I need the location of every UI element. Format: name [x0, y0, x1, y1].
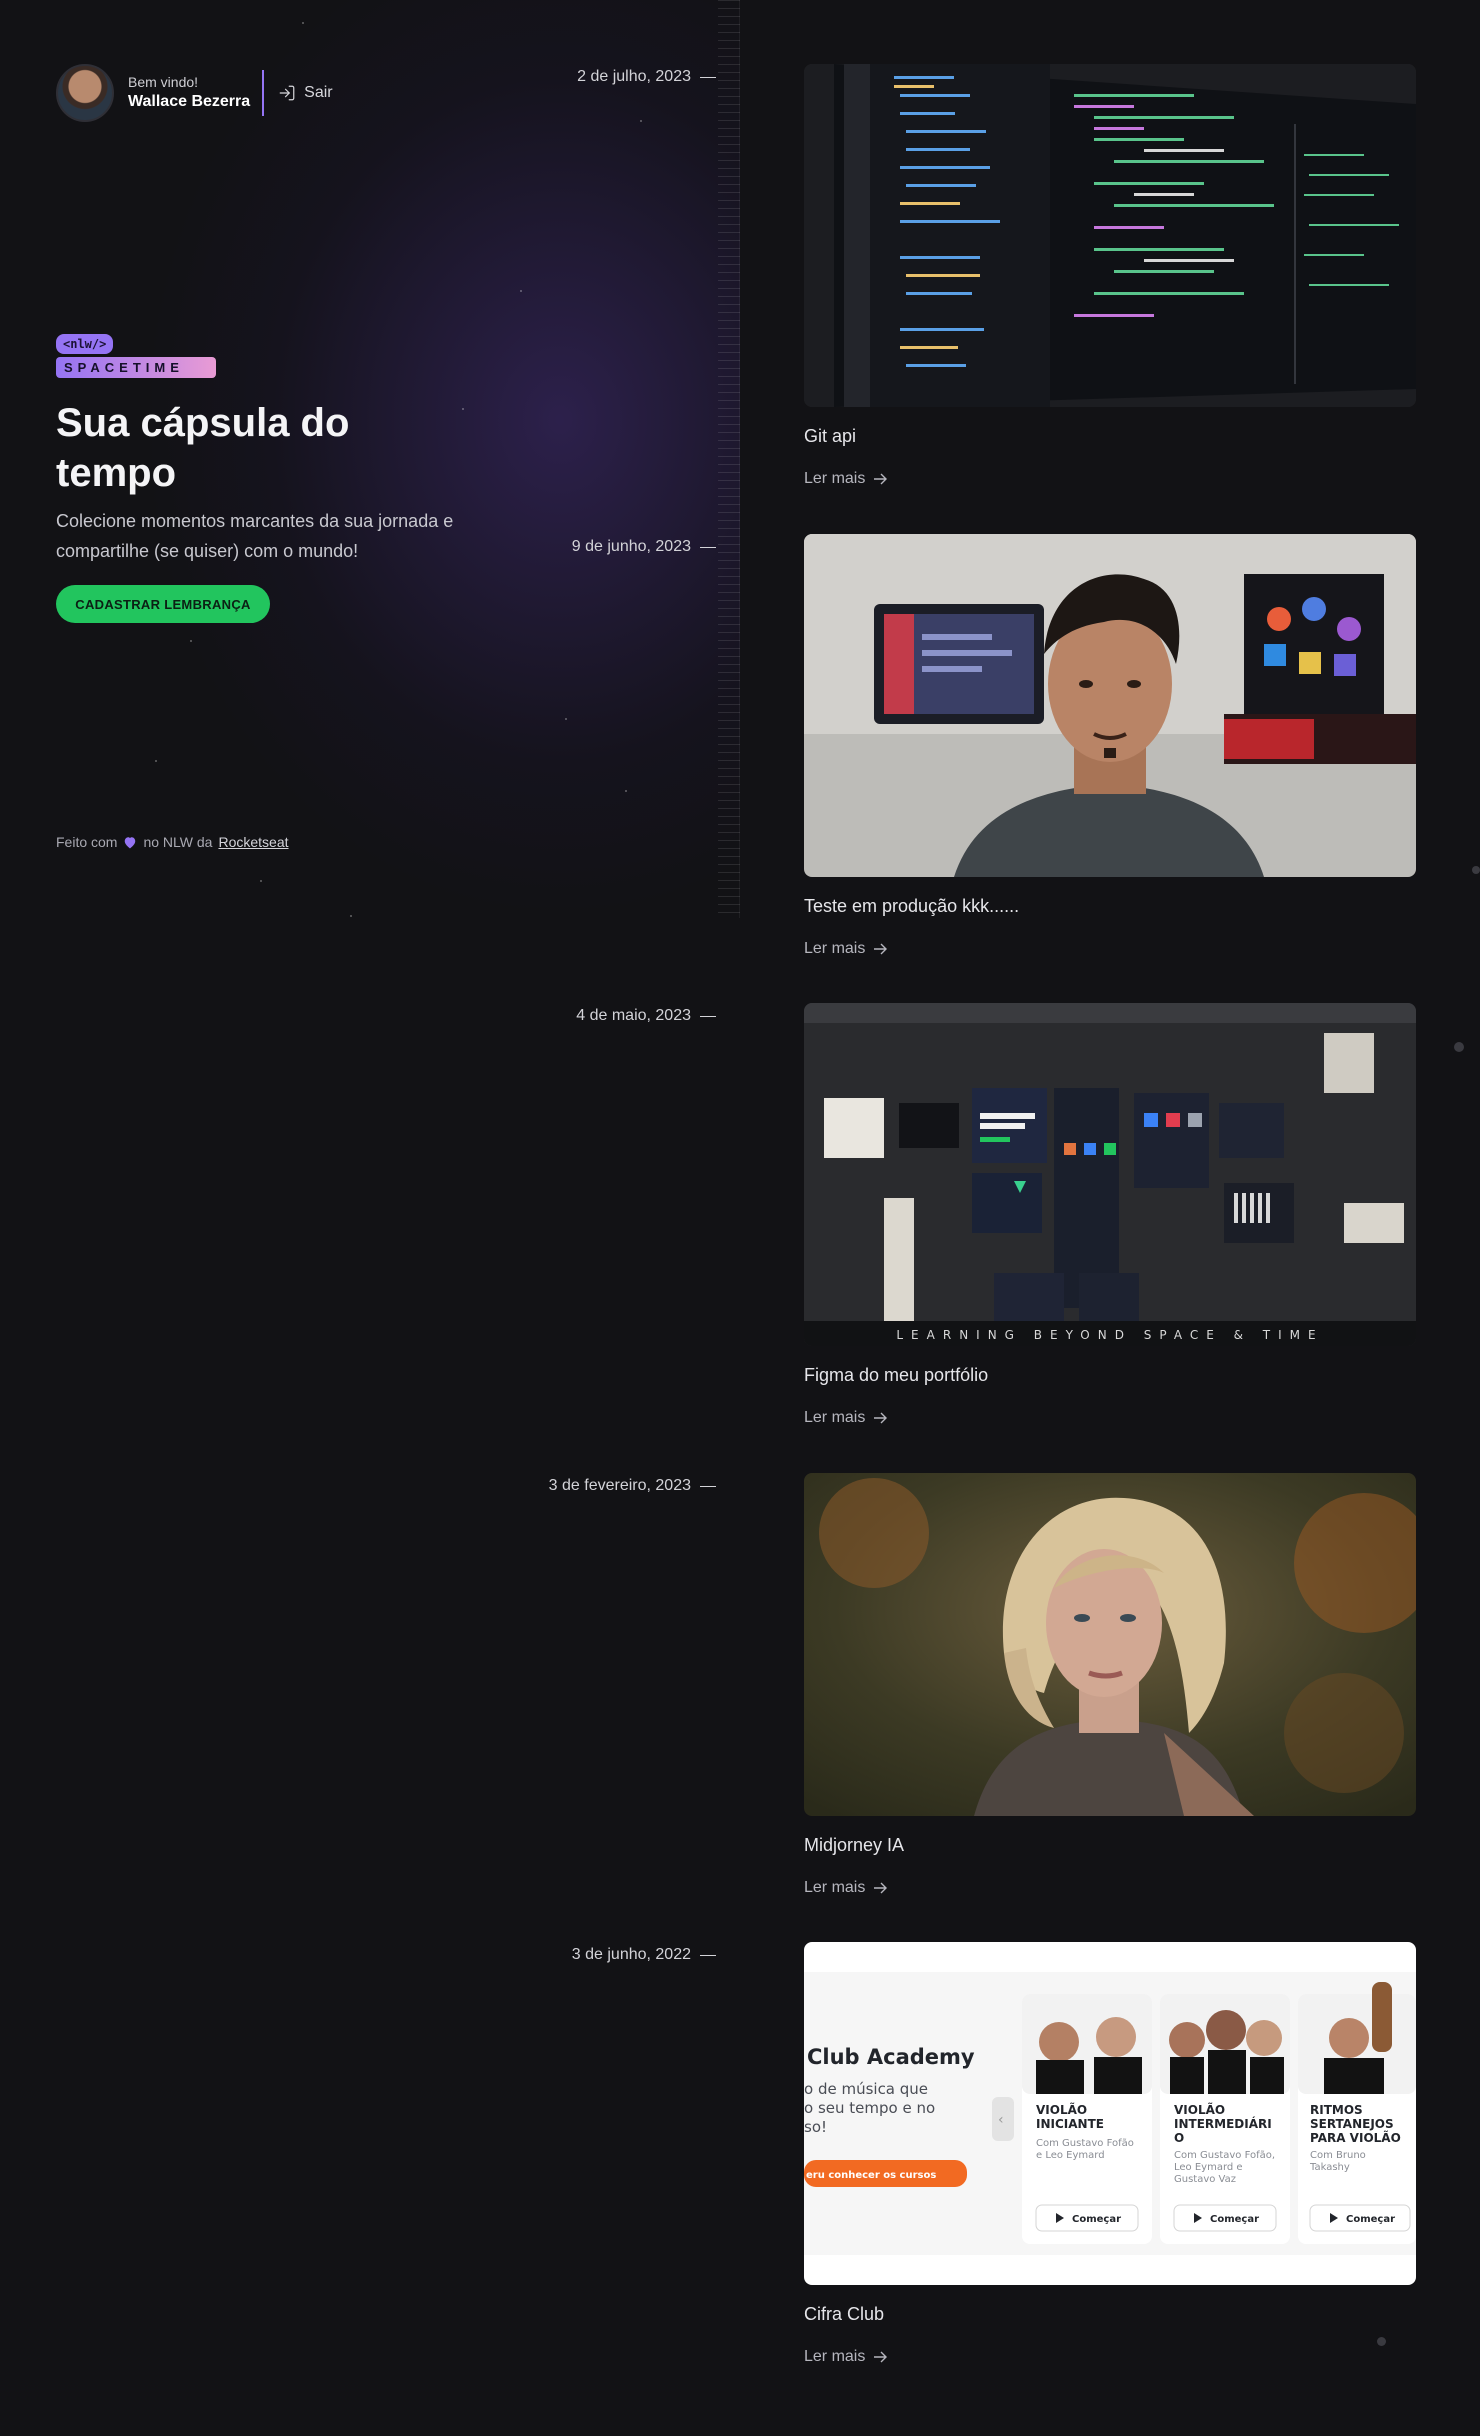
site-tagline-2: o seu tempo e no — [804, 2099, 935, 2117]
arrow-right-icon — [874, 943, 888, 955]
course-title-line: O — [1174, 2131, 1184, 2145]
svg-text:‹: ‹ — [998, 2112, 1004, 2128]
memory-date: 3 de fevereiro, 2023 — [549, 1477, 716, 1495]
course-title-line: INICIANTE — [1036, 2117, 1104, 2131]
course-start-label: Começar — [1072, 2214, 1121, 2225]
page-title: Sua cápsula do tempo — [56, 401, 350, 495]
arrow-right-icon — [874, 1412, 888, 1424]
user-name: Wallace Bezerra — [128, 93, 251, 110]
footer-credit: Feito com no NLW da Rocketseat — [56, 834, 289, 850]
profile-divider — [262, 70, 265, 116]
memory-date: 3 de junho, 2022 — [572, 1946, 716, 1964]
course-title-line: RITMOS — [1310, 2103, 1363, 2117]
site-heading: Club Academy — [807, 2045, 975, 2069]
course-title-line: VIOLÃO — [1174, 2102, 1225, 2117]
course-author-line: Com Bruno — [1310, 2150, 1366, 2161]
timeline-stripe-decoration — [718, 0, 740, 918]
logout-label: Sair — [304, 84, 333, 101]
nlw-spacetime-logo: <nlw/> SPACETIME — [56, 334, 216, 378]
read-more-link[interactable]: Ler mais — [804, 1879, 888, 1897]
course-author-line: Takashy — [1309, 2162, 1350, 2173]
course-author-line: Com Gustavo Fofão, — [1174, 2150, 1275, 2161]
memory-date: 4 de maio, 2023 — [576, 1007, 716, 1025]
spacetime-badge: SPACETIME — [56, 357, 216, 378]
site-tagline-1: o de música que — [804, 2080, 928, 2098]
footer-middle: no NLW da — [143, 834, 213, 850]
read-more-label: Ler mais — [804, 1409, 866, 1426]
website-screenshot[interactable]: Club Academy o de música que o seu tempo… — [804, 1942, 1416, 2285]
course-author-line: e Leo Eymard — [1036, 2150, 1105, 2161]
site-tagline-3: so! — [804, 2118, 827, 2136]
welcome-text: Bem vindo! — [128, 74, 199, 90]
course-title-line: PARA VIOLÃO — [1310, 2130, 1401, 2145]
site-cta: eru conhecer os cursos — [806, 2170, 936, 2181]
course-author-line: Gustavo Vaz — [1174, 2174, 1236, 2185]
memory-date: 2 de julho, 2023 — [577, 68, 716, 86]
avatar — [56, 64, 114, 122]
arrow-right-icon — [874, 1882, 888, 1894]
decorative-dot — [1377, 2337, 1386, 2346]
footer-prefix: Feito com — [56, 834, 118, 850]
course-title-line: VIOLÃO — [1036, 2102, 1087, 2117]
selfie-photo[interactable] — [804, 534, 1416, 877]
photo-caption: LEARNING BEYOND SPACE & TIME — [896, 1328, 1323, 1342]
hero-subtitle: Colecione momentos marcantes da sua jorn… — [56, 511, 454, 561]
read-more-label: Ler mais — [804, 2348, 866, 2365]
decorative-dot — [1472, 866, 1480, 874]
decorative-dot — [1454, 1042, 1464, 1052]
course-author-line: Leo Eymard e — [1174, 2162, 1243, 2173]
course-start-label: Começar — [1346, 2214, 1395, 2225]
memory-title: Cifra Club — [804, 2304, 885, 2324]
read-more-label: Ler mais — [804, 470, 866, 487]
logout-button[interactable]: Sair — [278, 84, 333, 102]
memory-date: 9 de junho, 2023 — [572, 538, 716, 556]
memory-title: Midjorney IA — [804, 1835, 905, 1855]
memory-title: Figma do meu portfólio — [804, 1365, 989, 1385]
read-more-label: Ler mais — [804, 940, 866, 957]
memory-title: Git api — [804, 426, 857, 446]
profile-text: Bem vindo! Wallace Bezerra — [128, 73, 250, 113]
memory-title: Teste em produção kkk...... — [804, 896, 1020, 916]
user-profile: Bem vindo! Wallace Bezerra Sair — [56, 64, 333, 122]
course-start-label: Começar — [1210, 2214, 1259, 2225]
code-editor-photo[interactable] — [804, 64, 1416, 407]
read-more-link[interactable]: Ler mais — [804, 940, 888, 958]
arrow-right-icon — [874, 2351, 888, 2363]
course-title-line: SERTANEJOS — [1310, 2117, 1394, 2131]
read-more-link[interactable]: Ler mais — [804, 1409, 888, 1427]
read-more-label: Ler mais — [804, 1879, 866, 1896]
course-title-line: INTERMEDIÁRI — [1174, 2116, 1272, 2131]
left-panel: Bem vindo! Wallace Bezerra Sair <nlw/> S… — [0, 0, 740, 918]
read-more-link[interactable]: Ler mais — [804, 2348, 888, 2366]
nlw-badge: <nlw/> — [56, 334, 114, 354]
heart-icon — [125, 836, 136, 848]
register-memory-button[interactable]: CADASTRAR LEMBRANÇA — [56, 585, 270, 623]
figma-board-photo[interactable]: LEARNING BEYOND SPACE & TIME — [804, 1003, 1416, 1346]
portrait-photo[interactable] — [804, 1473, 1416, 1816]
course-author-line: Com Gustavo Fofão — [1036, 2138, 1134, 2149]
read-more-link[interactable]: Ler mais — [804, 470, 888, 488]
log-in-icon — [279, 85, 295, 101]
rocketseat-link[interactable]: Rocketseat — [218, 834, 288, 850]
arrow-right-icon — [874, 473, 888, 485]
